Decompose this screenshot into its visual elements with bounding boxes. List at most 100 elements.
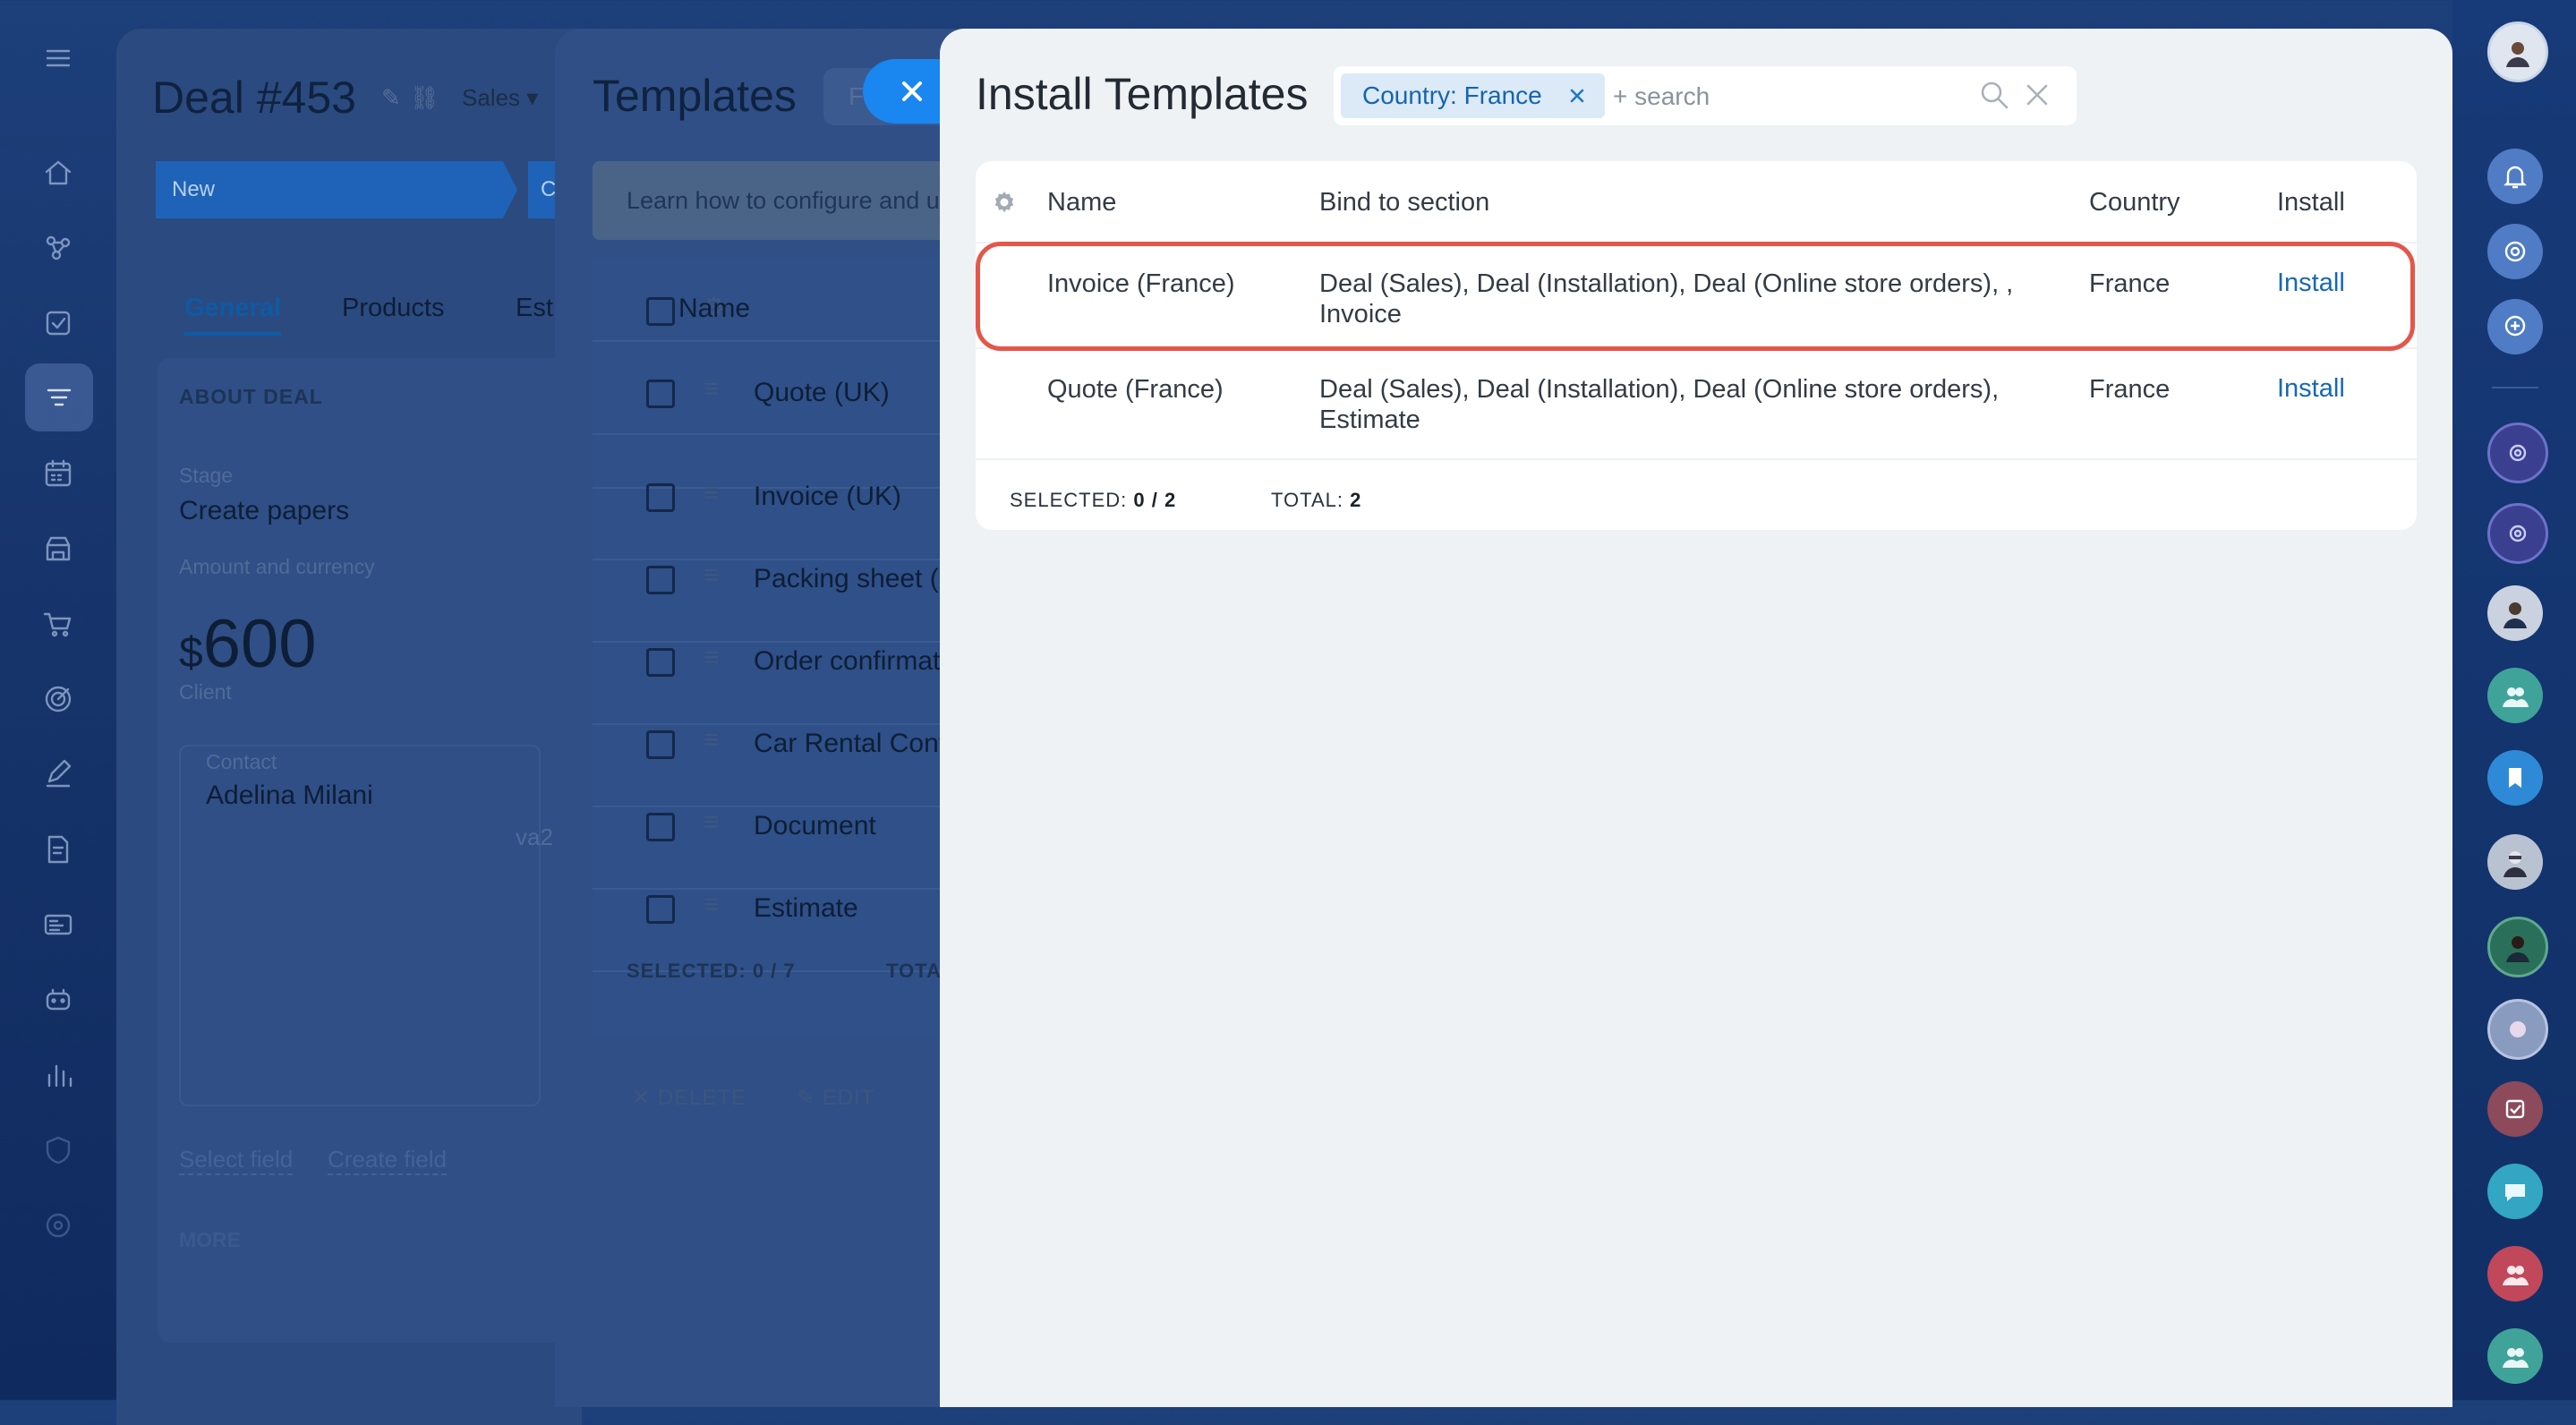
table-footer: SELECTED: 0 / 2 TOTAL: 2: [976, 458, 2417, 532]
analytics-icon[interactable]: [36, 1053, 81, 1097]
search-icon[interactable]: [1978, 79, 2014, 115]
search-chat-icon[interactable]: [2487, 299, 2543, 354]
table-row[interactable]: Invoice (France) Deal (Sales), Deal (Ins…: [976, 242, 2417, 349]
user-avatar[interactable]: [2487, 585, 2543, 641]
deal-card: Deal #453 ✎⛓ Sales ▾ New C General Produ…: [116, 29, 582, 1425]
row-checkbox[interactable]: [646, 730, 675, 759]
row-checkbox[interactable]: [646, 380, 675, 408]
table-row[interactable]: Quote (France) Deal (Sales), Deal (Insta…: [976, 347, 2417, 455]
close-slider-button[interactable]: [863, 59, 945, 124]
chat-icon[interactable]: [2487, 1164, 2543, 1219]
templates-card: Templates F Learn how to configure and u…: [555, 29, 1002, 1407]
group-icon[interactable]: [2487, 1246, 2543, 1301]
contact-center-icon[interactable]: [36, 902, 81, 947]
group-icon[interactable]: [2487, 668, 2543, 723]
pipeline-selector[interactable]: Sales ▾: [462, 84, 538, 112]
store-icon[interactable]: [36, 526, 81, 571]
template-name: Order confirmat: [754, 646, 941, 676]
table-header: Name Bind to section Country Install: [976, 161, 2417, 242]
install-button[interactable]: Install: [2277, 374, 2345, 404]
filter-icon[interactable]: [25, 363, 93, 431]
group-icon[interactable]: [2487, 1328, 2543, 1384]
templates-title: Templates: [593, 71, 797, 121]
delete-button[interactable]: ✕ DELETE: [632, 1085, 746, 1111]
column-install[interactable]: Install: [2277, 188, 2345, 218]
install-button[interactable]: Install: [2277, 269, 2345, 298]
select-field-link[interactable]: Select field: [179, 1146, 294, 1175]
bookmark-icon[interactable]: [2487, 750, 2543, 806]
row-checkbox[interactable]: [646, 813, 675, 841]
channel-icon[interactable]: [2487, 503, 2548, 564]
template-name: Packing sheet (U: [754, 564, 959, 593]
row-checkbox[interactable]: [646, 566, 675, 594]
close-icon: [902, 81, 922, 101]
filter-search-bar[interactable]: Country: France: [1334, 66, 2077, 125]
crm-icon[interactable]: [36, 226, 81, 270]
remove-filter-icon[interactable]: [1564, 73, 1591, 118]
row-bind: Deal (Sales), Deal (Installation), Deal …: [1319, 269, 2014, 329]
template-name: Document: [754, 811, 876, 840]
contact-extra: va2: [516, 823, 553, 850]
tasks-icon[interactable]: [36, 301, 81, 346]
install-templates-panel: Install Templates Country: France Name B…: [940, 29, 2452, 1407]
template-name: Invoice (UK): [754, 482, 902, 511]
column-bind[interactable]: Bind to section: [1319, 188, 1489, 218]
menu-icon[interactable]: [36, 36, 81, 81]
search-input[interactable]: [1611, 73, 1955, 120]
column-country[interactable]: Country: [2089, 188, 2180, 218]
tab-products[interactable]: Products: [342, 294, 444, 323]
right-sidebar: [2452, 0, 2576, 1400]
automation-icon[interactable]: [36, 977, 81, 1022]
copilot-icon[interactable]: [2487, 224, 2543, 279]
tab-general[interactable]: General: [184, 294, 281, 336]
task-icon[interactable]: [2487, 1081, 2543, 1137]
filter-chip-country[interactable]: Country: France: [1341, 73, 1605, 118]
cart-icon[interactable]: [36, 602, 81, 646]
home-icon[interactable]: [36, 150, 81, 195]
stage-label: Stage: [179, 464, 234, 487]
stage-value[interactable]: Create papers: [179, 496, 349, 526]
edit-link-icons[interactable]: ✎⛓: [381, 84, 448, 112]
bell-icon[interactable]: [2487, 149, 2543, 204]
total-count: TOTAL: 2: [1271, 489, 1362, 511]
row-checkbox[interactable]: [646, 648, 675, 677]
tab-estimates[interactable]: Est: [516, 294, 553, 323]
user-avatar[interactable]: [2487, 834, 2543, 890]
drag-icon[interactable]: ≡: [704, 890, 720, 920]
user-avatar[interactable]: [2487, 917, 2548, 977]
target-icon[interactable]: [36, 677, 81, 721]
drag-icon[interactable]: ≡: [704, 478, 720, 508]
select-all-checkbox[interactable]: [646, 297, 675, 326]
contact-name[interactable]: Adelina Milani: [206, 781, 373, 811]
gear-icon[interactable]: [990, 188, 1020, 218]
calendar-icon[interactable]: [36, 451, 81, 496]
install-title: Install Templates: [976, 69, 1309, 119]
section-title: ABOUT DEAL: [179, 385, 323, 408]
stage-new[interactable]: New: [156, 161, 517, 218]
group-avatar[interactable]: [2487, 999, 2548, 1060]
settings-icon[interactable]: [36, 1203, 81, 1248]
sign-icon[interactable]: [36, 752, 81, 797]
templates-total-label: TOTA: [886, 960, 942, 982]
row-country: France: [2089, 269, 2171, 298]
filter-chip-label: Country: France: [1362, 81, 1542, 109]
row-name: Quote (France): [1047, 375, 1224, 404]
drag-icon[interactable]: ≡: [704, 807, 720, 838]
create-field-link[interactable]: Create field: [328, 1146, 447, 1175]
document-icon[interactable]: [36, 827, 81, 872]
channel-icon[interactable]: [2487, 422, 2548, 483]
drag-icon[interactable]: ≡: [704, 725, 720, 755]
amount-value[interactable]: $600: [179, 605, 317, 683]
selected-count: SELECTED: 0 / 2: [1010, 489, 1177, 511]
security-icon[interactable]: [36, 1128, 81, 1173]
drag-icon[interactable]: ≡: [704, 560, 720, 591]
column-name[interactable]: Name: [1047, 188, 1116, 218]
row-checkbox[interactable]: [646, 895, 675, 924]
row-checkbox[interactable]: [646, 483, 675, 512]
contact-label: Contact: [206, 750, 277, 773]
drag-icon[interactable]: ≡: [704, 374, 720, 405]
clear-search-icon[interactable]: [2021, 79, 2057, 115]
drag-icon[interactable]: ≡: [704, 643, 720, 673]
avatar[interactable]: [2487, 21, 2548, 82]
edit-button[interactable]: ✎ EDIT: [797, 1085, 874, 1111]
